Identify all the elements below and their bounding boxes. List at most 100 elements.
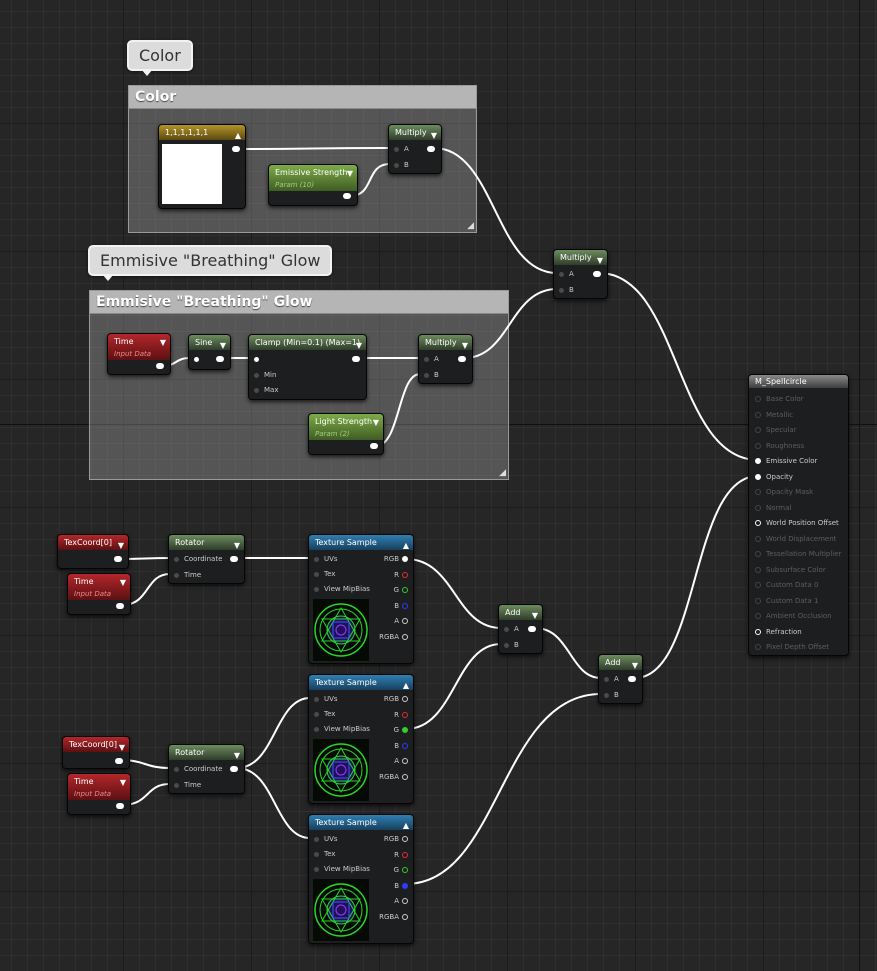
input-pin-coordinate[interactable]: Coordinate	[174, 764, 222, 774]
output-pin-rgba[interactable]: RGBA	[379, 912, 408, 922]
collapse-arrow-icon[interactable]: ▼	[234, 538, 240, 553]
collapse-arrow-icon[interactable]: ▼	[118, 538, 124, 553]
input-pin-max[interactable]: Max	[254, 385, 278, 395]
output-pin[interactable]	[114, 556, 122, 562]
output-pin-b[interactable]: B	[394, 601, 408, 611]
param-node-light-strength[interactable]: Light Strength Param (2) ▼	[308, 413, 384, 455]
input-pin-b[interactable]: B	[604, 690, 619, 700]
collapse-arrow-icon[interactable]: ▼	[234, 748, 240, 763]
input-pin-view-mipbias[interactable]: View MipBias	[314, 584, 370, 594]
texcoord-node-2[interactable]: TexCoord[0] ▼	[62, 736, 130, 769]
output-pin-r[interactable]: R	[394, 850, 408, 860]
material-pin-emissive-color[interactable]: Emissive Color	[755, 456, 817, 466]
input-pin-coordinate[interactable]: Coordinate	[174, 554, 222, 564]
texcoord-node-1[interactable]: TexCoord[0] ▼	[57, 534, 129, 569]
color-swatch[interactable]	[162, 144, 222, 204]
input-pin-b[interactable]: B	[559, 285, 574, 295]
material-pin-normal[interactable]: Normal	[755, 503, 791, 513]
output-pin[interactable]	[216, 356, 224, 362]
output-pin[interactable]	[528, 626, 536, 632]
input-pin-a[interactable]: A	[394, 144, 409, 154]
collapse-arrow-icon[interactable]: ▼	[120, 577, 126, 589]
output-pin-g[interactable]: G	[394, 865, 408, 875]
collapse-arrow-icon[interactable]: ▼	[220, 338, 226, 353]
comment-bubble-color[interactable]: Color	[127, 40, 193, 76]
input-pin-view-mipbias[interactable]: View MipBias	[314, 864, 370, 874]
output-pin-r[interactable]: R	[394, 570, 408, 580]
constant-vector-node[interactable]: 1,1,1,1,1,1 ▲	[158, 124, 246, 209]
collapse-arrow-icon[interactable]: ▼	[160, 337, 166, 349]
time-node-glow[interactable]: Time Input Data ▼	[107, 333, 171, 375]
output-pin-g[interactable]: G	[394, 585, 408, 595]
input-pin-a[interactable]: A	[604, 674, 619, 684]
output-pin-g[interactable]: G	[394, 725, 408, 735]
collapse-arrow-icon[interactable]: ▼	[632, 658, 638, 673]
collapse-arrow-icon[interactable]: ▼	[356, 338, 362, 353]
input-pin-tex[interactable]: Tex	[314, 709, 335, 719]
input-pin-b[interactable]: B	[424, 370, 439, 380]
output-pin[interactable]	[230, 766, 238, 772]
input-pin-a[interactable]: A	[424, 354, 439, 364]
input-pin-a[interactable]: A	[559, 269, 574, 279]
material-pin-custom-data-0[interactable]: Custom Data 0	[755, 580, 818, 590]
input-pin[interactable]	[254, 354, 264, 364]
texture-sample-node-1[interactable]: Texture Sample ▲ UVs Tex View MipBias RGB R G B A…	[308, 534, 414, 664]
material-pin-metallic[interactable]: Metallic	[755, 410, 793, 420]
material-pin-subsurface-color[interactable]: Subsurface Color	[755, 565, 826, 575]
output-pin[interactable]	[116, 603, 124, 609]
input-pin-time[interactable]: Time	[174, 780, 201, 790]
time-node-1[interactable]: Time Input Data ▼	[67, 573, 131, 615]
material-pin-pixel-depth-offset[interactable]: Pixel Depth Offset	[755, 642, 829, 652]
output-pin-rgba[interactable]: RGBA	[379, 632, 408, 642]
collapse-arrow-icon[interactable]: ▼	[431, 128, 437, 143]
output-pin-a[interactable]: A	[394, 756, 408, 766]
material-pin-opacity-mask[interactable]: Opacity Mask	[755, 487, 813, 497]
material-pin-tessellation-multiplier[interactable]: Tessellation Multiplier	[755, 549, 841, 559]
material-pin-base-color[interactable]: Base Color	[755, 394, 804, 404]
collapse-arrow-icon[interactable]: ▼	[119, 740, 125, 755]
add-node-1[interactable]: Add ▼ A B	[498, 604, 543, 654]
collapse-arrow-icon[interactable]: ▲	[235, 128, 241, 143]
output-pin-rgb[interactable]: RGB	[384, 694, 408, 704]
material-pin-ambient-occlusion[interactable]: Ambient Occlusion	[755, 611, 832, 621]
input-pin-tex[interactable]: Tex	[314, 849, 335, 859]
time-node-2[interactable]: Time Input Data ▼	[67, 773, 131, 815]
multiply-node-color[interactable]: Multiply ▼ A B	[388, 124, 442, 174]
material-pin-world-displacement[interactable]: World Displacement	[755, 534, 836, 544]
multiply-node-main[interactable]: Multiply ▼ A B	[553, 249, 608, 299]
collapse-arrow-icon[interactable]: ▲	[403, 678, 409, 693]
material-pin-custom-data-1[interactable]: Custom Data 1	[755, 596, 818, 606]
input-pin-uvs[interactable]: UVs	[314, 554, 338, 564]
resize-grip-icon[interactable]: ◢	[467, 221, 474, 231]
texture-sample-node-3[interactable]: Texture Sample ▲ UVs Tex View MipBias RGB R G B A…	[308, 814, 414, 944]
output-pin[interactable]	[593, 271, 601, 277]
comment-bubble-glow[interactable]: Emmisive "Breathing" Glow	[88, 245, 333, 281]
output-pin[interactable]	[115, 758, 123, 764]
collapse-arrow-icon[interactable]: ▼	[597, 253, 603, 268]
input-pin-time[interactable]: Time	[174, 570, 201, 580]
output-pin[interactable]	[230, 556, 238, 562]
input-pin-min[interactable]: Min	[254, 370, 276, 380]
output-pin-rgb[interactable]: RGB	[384, 834, 408, 844]
collapse-arrow-icon[interactable]: ▲	[403, 538, 409, 553]
param-node-emissive-strength[interactable]: Emissive Strength Param (10) ▼	[268, 164, 358, 206]
resize-grip-icon[interactable]: ◢	[499, 468, 506, 478]
output-pin[interactable]	[427, 146, 435, 152]
multiply-node-glow[interactable]: Multiply ▼ A B	[418, 334, 473, 384]
output-pin[interactable]	[458, 356, 466, 362]
output-pin[interactable]	[116, 803, 124, 809]
material-pin-opacity[interactable]: Opacity	[755, 472, 793, 482]
input-pin-view-mipbias[interactable]: View MipBias	[314, 724, 370, 734]
input-pin-tex[interactable]: Tex	[314, 569, 335, 579]
rotator-node-2[interactable]: Rotator ▼ Coordinate Time	[168, 744, 245, 794]
output-pin-r[interactable]: R	[394, 710, 408, 720]
material-pin-refraction[interactable]: Refraction	[755, 627, 802, 637]
output-pin-a[interactable]: A	[394, 616, 408, 626]
input-pin-a[interactable]: A	[504, 624, 519, 634]
output-pin[interactable]	[628, 676, 636, 682]
output-pin-rgb[interactable]: RGB	[384, 554, 408, 564]
collapse-arrow-icon[interactable]: ▼	[347, 168, 353, 180]
output-pin-a[interactable]: A	[394, 896, 408, 906]
input-pin-b[interactable]: B	[504, 640, 519, 650]
collapse-arrow-icon[interactable]: ▲	[403, 818, 409, 833]
